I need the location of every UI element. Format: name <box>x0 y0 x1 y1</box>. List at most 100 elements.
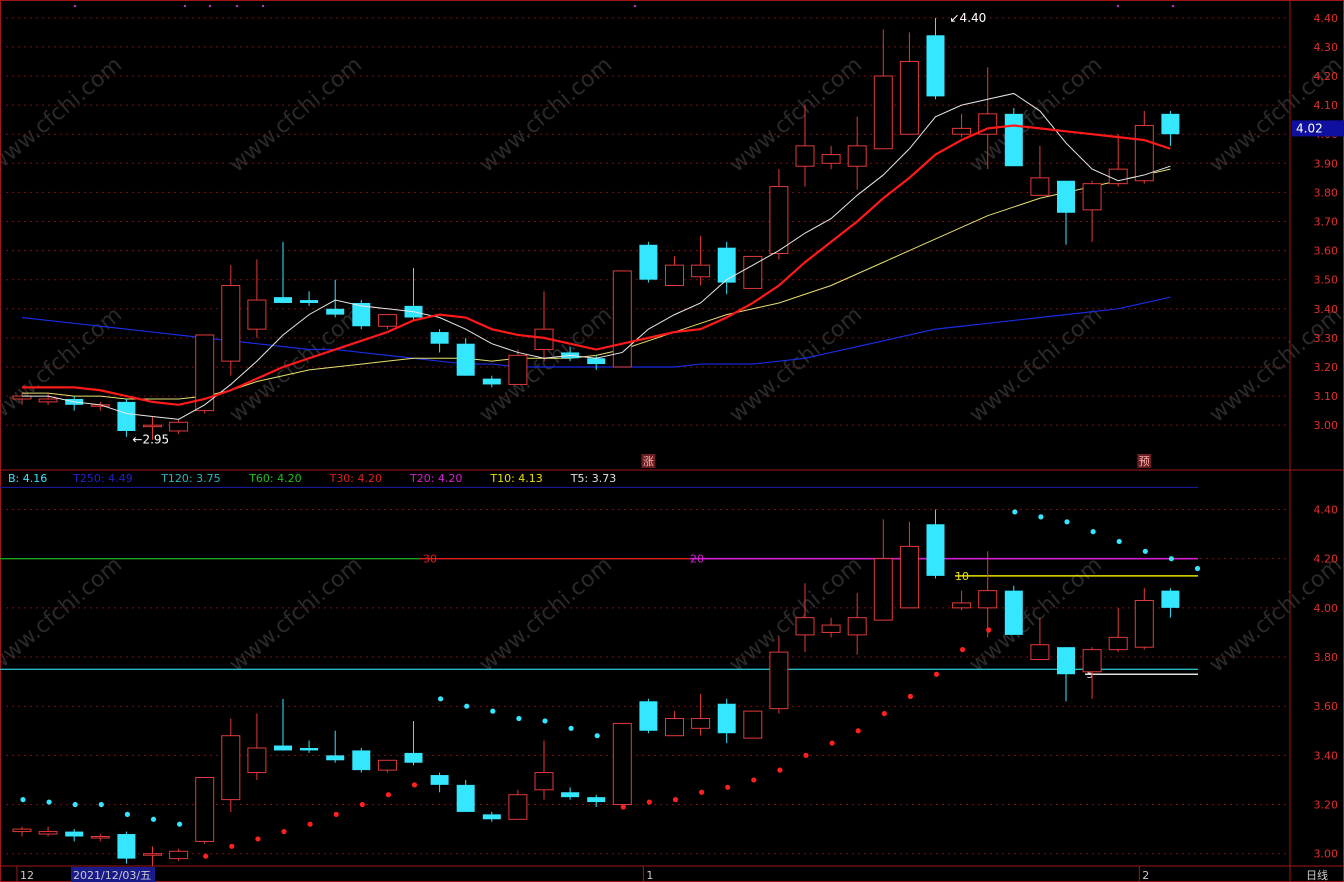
hline-label: 10 <box>955 570 969 583</box>
main-candle-body-down <box>926 35 945 97</box>
main-price-tick: 3.60 <box>1314 245 1339 258</box>
sar-dot-up <box>281 828 287 835</box>
sar-dot-up <box>777 767 783 773</box>
sar-dot-up <box>803 752 809 758</box>
lower-candle-body-down <box>587 797 606 803</box>
sar-dot-up <box>829 740 835 746</box>
lower-candle-body-down <box>300 747 319 751</box>
lower-candle-body-up <box>821 624 841 633</box>
main-candle-body-up <box>1108 168 1128 185</box>
lower-candle-body-up <box>1134 599 1154 648</box>
sar-dot-up <box>385 792 391 798</box>
lower-candle-body-up <box>508 794 528 820</box>
watermark-text: www.cfchi.com <box>225 52 367 177</box>
lower-candle-body-down <box>430 775 449 785</box>
sar-dot-down <box>46 799 52 805</box>
lower-candle-body-up <box>847 617 867 636</box>
sar-dot-up <box>960 647 966 653</box>
main-candle-body-down <box>300 300 319 303</box>
watermark-text: www.cfchi.com <box>965 302 1107 427</box>
sar-dot-down <box>568 725 574 731</box>
main-price-tick: 4.30 <box>1314 41 1339 54</box>
legend-item: T10: 4.13 <box>489 472 542 485</box>
main-candle-body-down <box>117 401 136 431</box>
watermark-text: www.cfchi.com <box>475 52 617 177</box>
main-price-tick: 3.80 <box>1314 186 1339 199</box>
high-price-label: ↙4.40 <box>950 11 987 25</box>
main-candle-body-up <box>1082 183 1102 211</box>
main-candle-body-up <box>691 264 711 278</box>
lower-indicator-panel[interactable]: 30 20105 <box>0 486 1201 866</box>
top-marker-dot <box>73 4 77 8</box>
lower-candle-body-down <box>404 752 423 763</box>
lower-candle-body-up <box>1108 636 1128 651</box>
sar-dot-down <box>72 801 78 808</box>
legend-item: B: 4.16 <box>8 472 47 485</box>
main-price-tick: 3.10 <box>1314 390 1339 403</box>
lower-candle-body-up <box>1030 644 1050 660</box>
sar-dot-down <box>1012 509 1018 515</box>
main-candle-body-up <box>952 127 972 135</box>
sar-dot-up <box>933 671 940 677</box>
price-axes: 4.40 4.30 4.20 4.10 4.00 3.90 3.80 3.70 3.60 3.50… <box>1292 12 1344 861</box>
main-price-tick: 3.30 <box>1314 332 1339 345</box>
lower-candle-body-down <box>65 831 84 837</box>
sar-dot-up <box>699 789 705 795</box>
main-candle-body-down <box>1057 180 1075 213</box>
sar-dot-down <box>1090 529 1096 535</box>
main-candle-body-up <box>665 264 684 287</box>
period-label: 日线 <box>1306 868 1328 882</box>
watermark-text: www.cfchi.com <box>725 302 867 427</box>
stock-chart[interactable]: www.cfchi.com www.cfchi.com www.cfchi.com w… <box>0 0 1344 882</box>
top-marker-dot <box>261 4 265 8</box>
main-candle-body-up <box>795 145 815 167</box>
sar-dot-up <box>986 627 992 633</box>
legend-item: T5: 3.73 <box>570 472 616 485</box>
lower-price-tick: 4.40 <box>1314 504 1339 517</box>
lower-price-tick: 3.40 <box>1314 749 1339 762</box>
main-price-tick: 3.50 <box>1314 274 1339 287</box>
top-marker-dot <box>1171 4 1175 8</box>
watermark-text: www.cfchi.com <box>725 552 867 677</box>
main-candle-body-up <box>508 354 528 385</box>
lower-price-tick: 4.20 <box>1314 553 1339 566</box>
sar-dot-down <box>542 718 548 724</box>
lower-candle-body-down <box>352 750 371 771</box>
lower-candle-body-up <box>978 590 998 609</box>
main-price-tick: 3.40 <box>1314 303 1339 316</box>
main-candle-body-down <box>482 378 501 385</box>
lower-candle-body-down <box>274 745 292 751</box>
time-label: 1 <box>646 869 653 882</box>
lower-candle-body-down <box>456 784 475 812</box>
lower-candle-body-up <box>169 850 189 860</box>
sar-dot-down <box>1038 514 1044 520</box>
lower-candle-body-up <box>612 722 632 806</box>
main-candle-body-down <box>326 308 345 315</box>
lower-candle-body-down <box>326 755 345 761</box>
main-price-tick: 3.00 <box>1314 419 1339 432</box>
watermark-text: www.cfchi.com <box>475 552 617 677</box>
sar-dot-down <box>1116 538 1122 545</box>
watermark-text: www.cfchi.com <box>225 552 367 677</box>
main-candle-body-down <box>274 297 292 303</box>
main-candle-body-up <box>377 314 397 327</box>
lower-price-tick: 4.00 <box>1314 602 1339 615</box>
time-label: 12 <box>20 869 34 882</box>
sar-dot-down <box>438 696 444 702</box>
lower-candle-body-down <box>117 834 136 859</box>
sar-dot-up <box>620 804 626 810</box>
lower-candle-body-down <box>717 703 736 734</box>
main-price-tick: 4.10 <box>1314 99 1339 112</box>
top-marker-dot <box>1116 4 1120 8</box>
lower-price-tick: 3.20 <box>1314 799 1339 812</box>
sar-dot-up <box>646 799 653 805</box>
main-candle-body-up <box>847 145 867 167</box>
sar-dot-up <box>881 710 887 717</box>
main-candle-body-down <box>639 244 658 280</box>
sar-dot-down <box>1142 548 1148 554</box>
lower-candle-body-down <box>639 701 658 731</box>
lower-candle-body-down <box>482 814 501 820</box>
watermark-text: www.cfchi.com <box>0 552 127 677</box>
lower-candle-body-up <box>952 602 972 609</box>
lower-candle-body-up <box>873 558 893 621</box>
